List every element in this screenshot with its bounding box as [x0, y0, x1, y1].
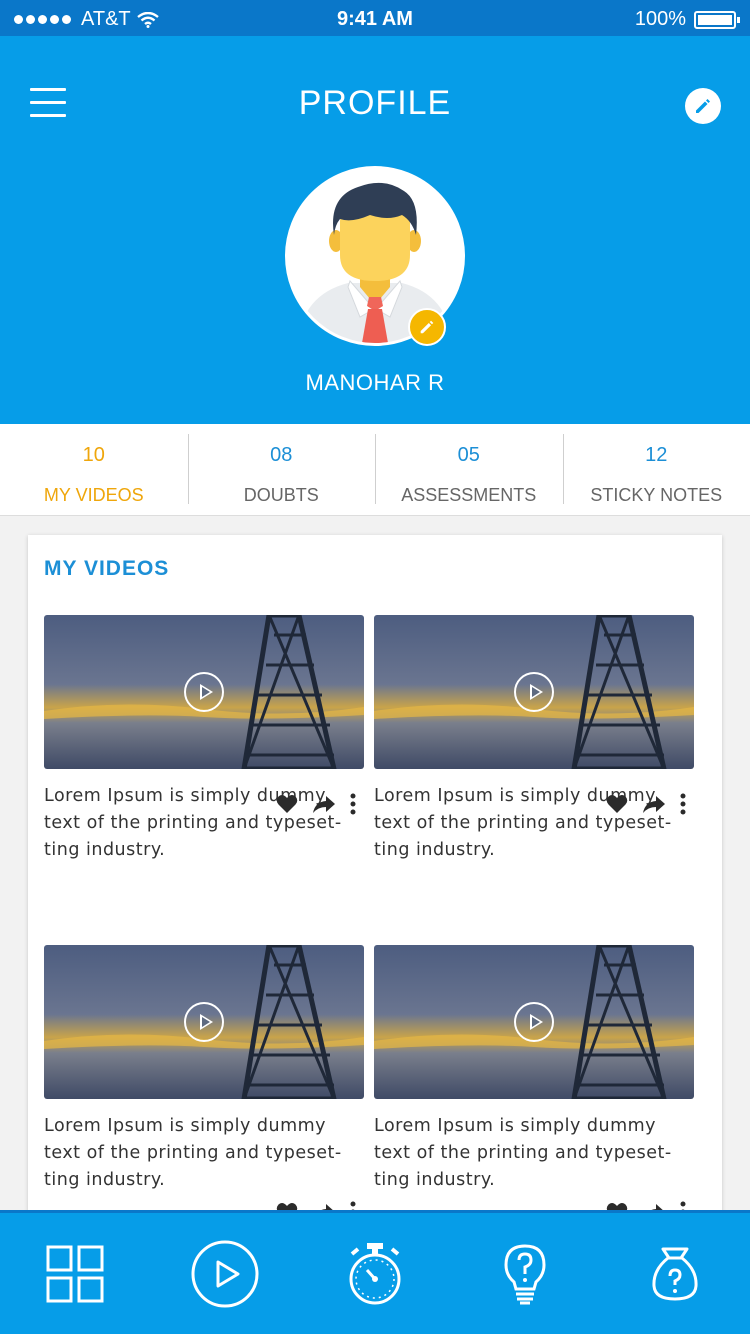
bottom-nav	[0, 1210, 750, 1334]
video-item: Lorem Ipsum is simply dummy text of the …	[374, 615, 694, 864]
pencil-icon	[696, 99, 710, 113]
stats-tabs: 10 MY VIDEOS 08 DOUBTS 05 ASSESSMENTS 12…	[0, 424, 750, 516]
pencil-icon	[420, 320, 434, 334]
tab-count: 12	[645, 444, 668, 466]
tab-label: STICKY NOTES	[590, 485, 723, 505]
question-bag-icon	[652, 1247, 698, 1301]
video-actions	[276, 793, 356, 820]
grid-icon	[46, 1245, 104, 1302]
tab-label: DOUBTS	[243, 485, 319, 505]
play-icon	[184, 672, 224, 712]
more-options-icon[interactable]	[680, 793, 686, 820]
nav-stopwatch[interactable]	[335, 1234, 415, 1314]
play-circle-icon	[191, 1240, 259, 1307]
tab-doubts[interactable]: 08 DOUBTS	[187, 424, 376, 515]
share-icon[interactable]	[312, 794, 336, 819]
lightbulb-icon	[504, 1243, 546, 1304]
tab-label: MY VIDEOS	[43, 485, 144, 505]
play-icon	[514, 672, 554, 712]
tab-count: 08	[270, 444, 293, 466]
video-actions	[606, 793, 686, 820]
nav-questions[interactable]	[635, 1234, 715, 1314]
video-description: Lorem Ipsum is simply dummy text of the …	[44, 1116, 342, 1190]
user-name: MANOHAR R	[305, 370, 445, 395]
video-item: Lorem Ipsum is simply dummy text of the …	[44, 615, 364, 864]
video-description: Lorem Ipsum is simply dummy text of the …	[374, 1116, 672, 1190]
play-icon	[514, 1002, 554, 1042]
heart-icon[interactable]	[606, 794, 628, 819]
my-videos-card: MY VIDEOS Lorem Ipsum is simply dummy te…	[28, 535, 722, 1225]
video-thumbnail[interactable]	[44, 945, 364, 1099]
tab-count: 05	[457, 444, 480, 466]
tab-count: 10	[82, 444, 105, 466]
video-item: Lorem Ipsum is simply dummy text of the …	[44, 945, 364, 1194]
video-thumbnail[interactable]	[374, 615, 694, 769]
avatar-edit-button[interactable]	[408, 308, 446, 346]
nav-grid[interactable]	[35, 1234, 115, 1314]
nav-play[interactable]	[185, 1234, 265, 1314]
video-item: Lorem Ipsum is simply dummy text of the …	[374, 945, 694, 1194]
video-thumbnail[interactable]	[44, 615, 364, 769]
battery-icon	[694, 10, 740, 29]
section-title: MY VIDEOS	[44, 557, 170, 580]
heart-icon[interactable]	[276, 794, 298, 819]
video-thumbnail[interactable]	[374, 945, 694, 1099]
tab-label: ASSESSMENTS	[401, 485, 537, 505]
tab-my-videos[interactable]: 10 MY VIDEOS	[0, 424, 188, 515]
page-title: PROFILE	[298, 84, 452, 122]
battery-percent: 100%	[634, 8, 686, 30]
tab-sticky-notes[interactable]: 12 STICKY NOTES	[562, 424, 750, 515]
status-bar: AT&T 9:41 AM 100%	[0, 0, 750, 36]
stopwatch-icon	[349, 1242, 401, 1304]
more-options-icon[interactable]	[350, 793, 356, 820]
profile-header: PROFILE MANOHAR R	[0, 36, 750, 424]
status-right: 100%	[634, 8, 740, 31]
play-icon	[184, 1002, 224, 1042]
tab-assessments[interactable]: 05 ASSESSMENTS	[375, 424, 563, 515]
nav-ideas[interactable]	[485, 1234, 565, 1314]
share-icon[interactable]	[642, 794, 666, 819]
edit-profile-button[interactable]	[685, 88, 721, 124]
